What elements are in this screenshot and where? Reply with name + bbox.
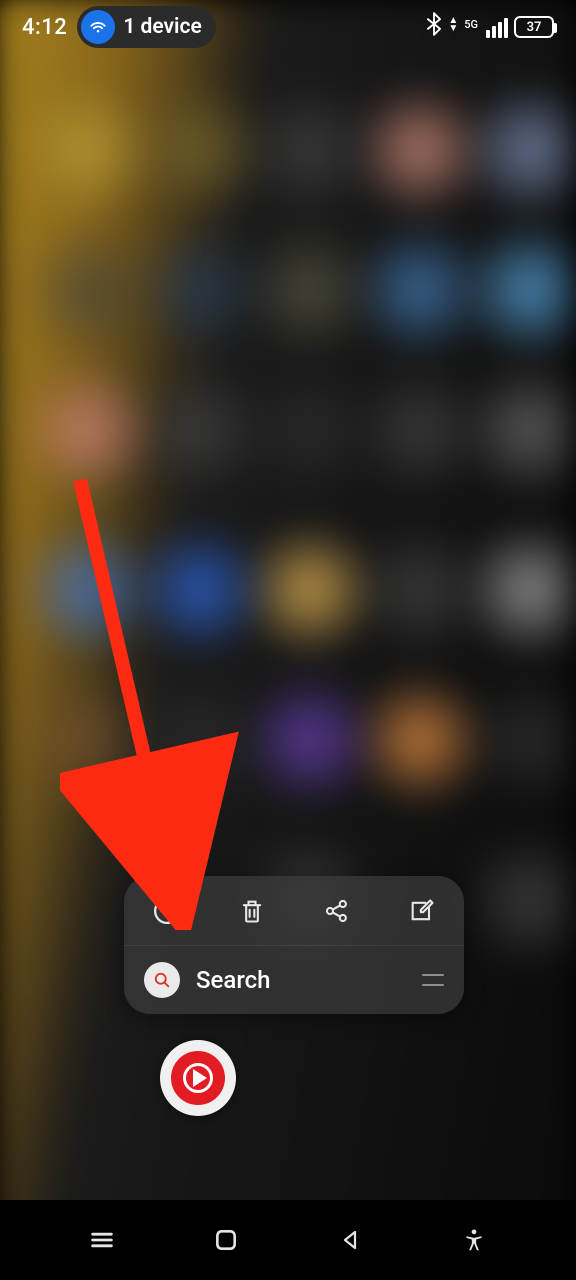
battery-percentage: 37	[527, 20, 542, 35]
navigation-bar	[0, 1200, 576, 1280]
drag-handle-icon[interactable]	[422, 974, 444, 986]
battery-icon: 37	[514, 16, 554, 38]
youtube-music-app-icon[interactable]	[160, 1040, 236, 1116]
search-icon	[144, 962, 180, 998]
bluetooth-icon	[426, 12, 442, 42]
connected-device-pill[interactable]: 1 device	[77, 6, 215, 48]
widget-context-popup: Search	[124, 876, 464, 1014]
delete-button[interactable]	[222, 881, 282, 941]
search-widget-row[interactable]: Search	[124, 946, 464, 1014]
recents-button[interactable]	[72, 1210, 132, 1270]
youtube-music-logo	[171, 1051, 225, 1105]
signal-icon	[486, 16, 508, 38]
info-button[interactable]	[137, 881, 197, 941]
network-type: 5G	[464, 18, 478, 31]
clock: 4:12	[22, 15, 67, 40]
data-arrows-icon: ▲▼	[448, 17, 458, 33]
device-count-label: 1 device	[123, 15, 201, 39]
share-button[interactable]	[307, 881, 367, 941]
popup-action-row	[124, 876, 464, 946]
home-button[interactable]	[196, 1210, 256, 1270]
edit-button[interactable]	[392, 881, 452, 941]
status-left: 4:12 1 device	[22, 6, 216, 48]
status-bar: 4:12 1 device ▲▼ 5G 37	[0, 0, 576, 54]
back-button[interactable]	[320, 1210, 380, 1270]
status-right: ▲▼ 5G 37	[426, 12, 554, 42]
search-label: Search	[196, 966, 406, 994]
wifi-icon	[81, 10, 115, 44]
wallpaper-overlay	[0, 0, 576, 1280]
accessibility-button[interactable]	[444, 1210, 504, 1270]
